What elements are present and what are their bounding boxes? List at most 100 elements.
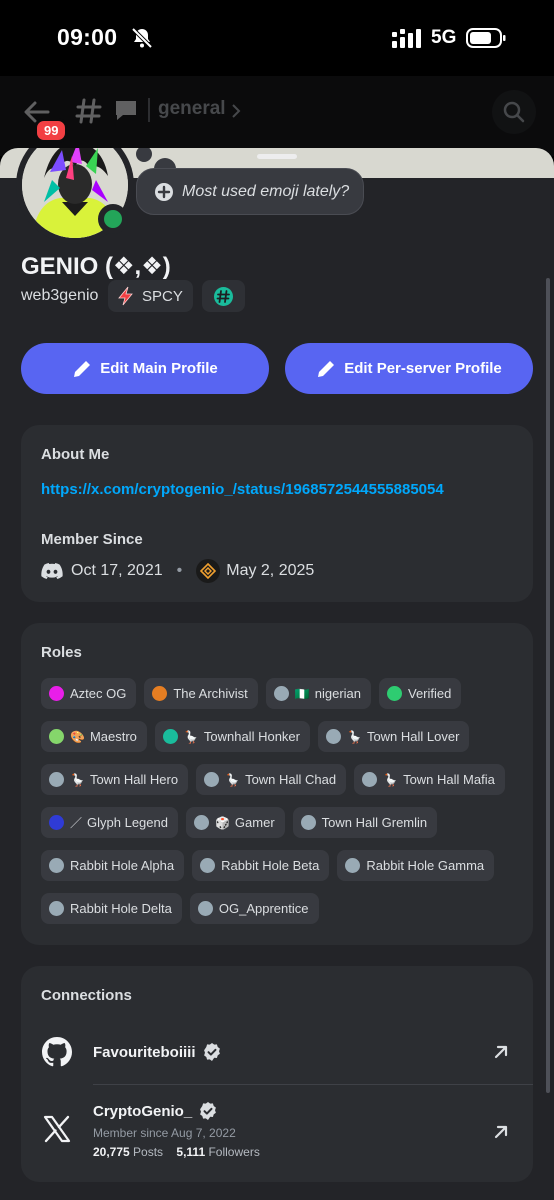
x-account-name: CryptoGenio_ [93,1101,218,1121]
role-label: Town Hall Lover [366,729,460,744]
role-color-dot [197,901,213,916]
connection-x[interactable]: CryptoGenio_ Member since Aug 7, 2022 20… [93,1084,533,1180]
role-chip[interactable]: 🪿 Town Hall Hero [41,764,189,795]
role-chip[interactable]: 🪿 Town Hall Mafia [354,764,505,795]
role-label: OG_Apprentice [218,901,309,916]
verified-badge-icon [200,1102,217,1120]
role-label: Town Hall Mafia [403,772,495,787]
role-color-dot [204,772,220,787]
role-label: Town Hall Gremlin [321,815,428,830]
server-tag-label: SPCY [142,287,183,305]
role-chip[interactable]: 🪿 Town Hall Lover [317,721,470,752]
server-tag-chip[interactable]: SPCY [108,280,193,312]
role-label: Verified [408,686,452,701]
role-chip[interactable]: 🎨 Maestro [41,721,147,752]
bell-muted-icon [131,27,153,49]
badge-chip[interactable] [202,280,245,312]
thread-icon[interactable] [112,96,140,124]
discord-member-date: Oct 17, 2021 [71,562,163,579]
role-chip[interactable]: Rabbit Hole Alpha [41,850,185,881]
role-label: The Archivist [173,686,248,701]
search-button[interactable] [492,90,536,134]
display-name: GENIO (❖,❖) [21,253,171,280]
role-color-dot [49,686,64,701]
pencil-icon [74,360,91,377]
about-me-link[interactable]: https://x.com/cryptogenio_/status/196857… [41,481,444,498]
role-label: Rabbit Hole Beta [221,858,320,873]
role-emoji-icon: 🪿 [225,772,241,787]
role-emoji-icon: 🪿 [70,772,85,787]
role-emoji-icon: ／ [70,816,83,830]
role-label: Aztec OG [70,686,127,701]
role-label: Townhall Honker [203,729,300,744]
role-chip[interactable]: Rabbit Hole Gamma [337,850,495,881]
external-link-icon[interactable] [492,1123,510,1141]
role-emoji-icon: 🪿 [183,729,199,744]
x-stats: 20,775 Posts 5,111 Followers [93,1145,260,1159]
edit-per-server-profile-button[interactable]: Edit Per-server Profile [285,343,533,394]
x-twitter-icon [43,1115,71,1143]
custom-status-bubble[interactable]: Most used emoji lately? [136,168,364,215]
role-color-dot [152,686,168,701]
role-label: Town Hall Hero [89,772,179,787]
role-label: Rabbit Hole Alpha [70,858,175,873]
role-color-dot [362,772,378,787]
role-color-dot [325,729,341,744]
role-chip[interactable]: ／ Glyph Legend [41,807,178,838]
x-posts-label: Posts [133,1145,164,1159]
role-chip[interactable]: 🎲 Gamer [185,807,285,838]
role-color-dot [49,772,64,787]
connection-github[interactable]: Favouriteboiiii [21,1024,533,1084]
role-chip[interactable]: OG_Apprentice [189,893,319,924]
sheet-grabber[interactable] [257,154,297,159]
role-chip[interactable]: Verified [379,678,462,709]
x-followers-label: Followers [208,1145,260,1159]
role-color-dot [387,686,402,701]
github-icon [42,1037,72,1067]
status-prompt: Most used emoji lately? [182,183,350,200]
role-color-dot [49,729,64,744]
role-color-dot [200,858,216,873]
username[interactable]: web3genio [21,287,98,305]
role-label: Rabbit Hole Gamma [366,858,485,873]
channel-name[interactable]: general [158,98,226,120]
roles-card: Roles Aztec OG The Archivist 🇳🇬 nigerian Ver… [21,623,533,945]
role-label: Glyph Legend [87,815,168,830]
x-member-since: Member since Aug 7, 2022 [93,1126,236,1140]
battery-icon [466,28,506,48]
member-since-row: Oct 17, 2021 • May 2, 2025 [41,559,314,583]
profile-sheet: Most used emoji lately? GENIO (❖,❖) web3… [0,148,554,1200]
role-emoji-icon: 🪿 [383,772,399,787]
role-chip[interactable]: The Archivist [144,678,258,709]
role-chip[interactable]: 🪿 Townhall Honker [154,721,310,752]
search-icon [503,101,525,123]
signal-icon [392,29,421,48]
role-label: nigerian [314,686,361,701]
network-label: 5G [431,27,457,48]
about-me-title: About Me [41,446,110,463]
role-chip[interactable]: 🇳🇬 nigerian [265,678,371,709]
role-chip[interactable]: 🪿 Town Hall Chad [196,764,347,795]
edit-main-profile-button[interactable]: Edit Main Profile [21,343,269,394]
date-separator: • [176,562,183,579]
server-icon [196,559,221,583]
role-color-dot [49,901,64,916]
verified-badge-icon [203,1043,220,1061]
channel-hash-icon [75,98,102,124]
role-emoji-icon: 🇳🇬 [294,686,310,701]
lightning-icon [118,286,133,306]
role-emoji-icon: 🎲 [214,815,230,830]
role-chip[interactable]: Rabbit Hole Delta [41,893,182,924]
role-chip[interactable]: Rabbit Hole Beta [192,850,330,881]
scrollbar[interactable] [546,278,550,1093]
external-link-icon[interactable] [492,1043,510,1061]
role-color-dot [162,729,178,744]
role-chip[interactable]: Town Hall Gremlin [292,807,438,838]
role-label: Rabbit Hole Delta [70,901,172,916]
about-me-card: About Me https://x.com/cryptogenio_/stat… [21,425,533,602]
discord-icon [41,563,63,579]
role-emoji-icon: 🪿 [346,729,362,744]
role-emoji-icon: 🎨 [70,729,85,744]
online-status-indicator [98,204,128,234]
role-chip[interactable]: Aztec OG [41,678,137,709]
